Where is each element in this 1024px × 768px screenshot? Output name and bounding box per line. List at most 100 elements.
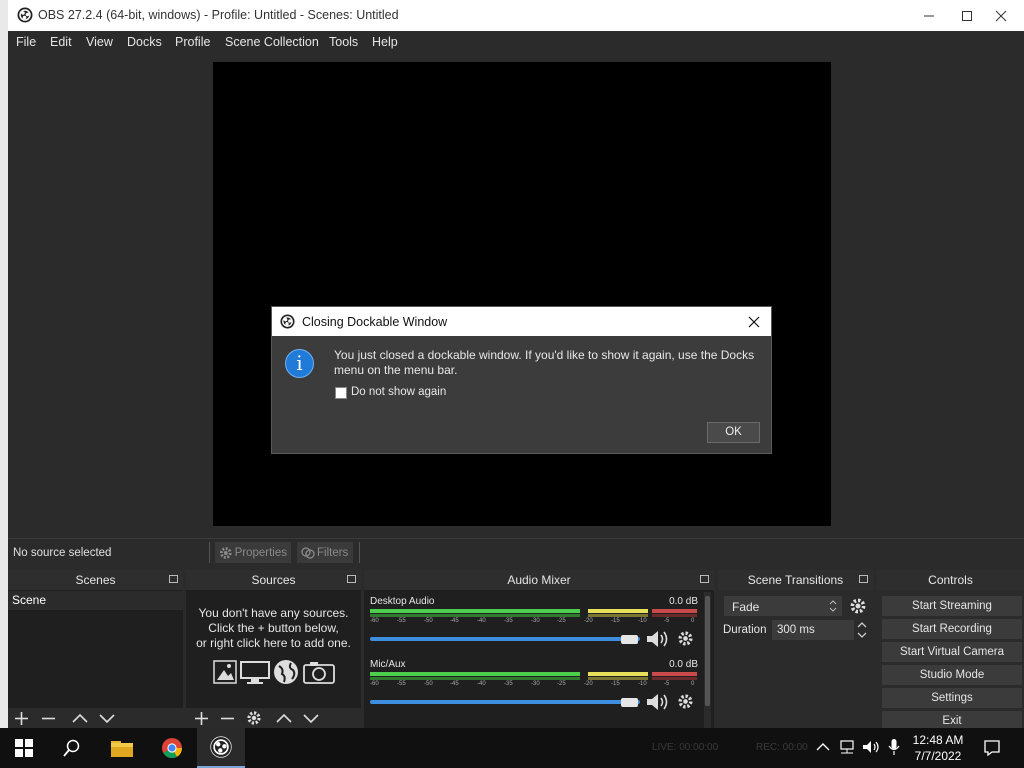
meter-tick-label: -35: [504, 618, 513, 624]
sources-empty-message[interactable]: You don't have any sources. Click the + …: [186, 606, 361, 651]
volume-fader-handle[interactable]: [621, 635, 638, 644]
menu-scene-collection[interactable]: Scene Collection: [225, 35, 319, 49]
studio-mode-button[interactable]: Studio Mode: [882, 665, 1022, 685]
transition-select[interactable]: Fade: [724, 596, 842, 616]
menu-docks[interactable]: Docks: [127, 35, 162, 49]
meter-scale: -60 -55 -50 -45 -40 -35 -30 -25 -20 -15 -10 -5 0: [370, 618, 697, 626]
search-button[interactable]: [48, 728, 96, 768]
transition-selected: Fade: [732, 600, 760, 614]
obs-taskbar-button[interactable]: [197, 728, 245, 768]
float-dock-icon[interactable]: [347, 575, 356, 583]
close-window-button[interactable]: [978, 0, 1024, 31]
scene-list-item[interactable]: Scene: [8, 591, 183, 610]
volume-fader[interactable]: [370, 637, 640, 641]
meter-tick-label: 0: [691, 618, 695, 624]
source-properties-gear-icon[interactable]: [246, 710, 262, 726]
meter-tick-label: -60: [370, 618, 379, 624]
mixer-scrollbar[interactable]: [704, 592, 711, 728]
transition-properties-gear-icon[interactable]: [849, 597, 867, 615]
speaker-icon[interactable]: [645, 629, 669, 649]
meter-tick-label: -15: [611, 681, 620, 687]
notifications-icon[interactable]: [983, 739, 1001, 757]
source-toolbar: No source selected Properties Filters: [8, 538, 1024, 567]
exit-button[interactable]: Exit: [882, 711, 1022, 728]
scene-transitions-dock: Scene Transitions Fade Duration 300 ms: [718, 570, 873, 728]
menu-view[interactable]: View: [86, 35, 113, 49]
show-hidden-icons-chevron-icon[interactable]: [816, 742, 830, 752]
obs-logo-icon: [17, 7, 33, 23]
sources-dock-header: Sources: [186, 570, 361, 590]
volume-fader-handle[interactable]: [621, 698, 638, 707]
sources-dock: Sources You don't have any sources. Clic…: [186, 570, 361, 728]
toolbar-divider: [359, 542, 360, 563]
scene-transitions-header: Scene Transitions: [718, 570, 873, 590]
controls-header: Controls: [877, 570, 1024, 590]
volume-icon[interactable]: [862, 739, 882, 755]
dialog-close-button[interactable]: [743, 311, 765, 333]
network-icon[interactable]: [838, 739, 856, 755]
dialog-title: Closing Dockable Window: [302, 315, 448, 329]
channel-db: 0.0 dB: [669, 596, 698, 607]
do-not-show-checkbox[interactable]: [335, 387, 347, 399]
meter-tick-label: -60: [370, 681, 379, 687]
close-icon: [748, 316, 760, 328]
window-title: OBS 27.2.4 (64-bit, windows) - Profile: …: [38, 8, 399, 22]
meter-tick-label: -5: [664, 681, 670, 687]
start-button[interactable]: [0, 728, 48, 768]
start-recording-button[interactable]: Start Recording: [882, 619, 1022, 639]
menu-file[interactable]: File: [16, 35, 36, 49]
meter-tick-label: -40: [477, 618, 486, 624]
microphone-icon[interactable]: [888, 738, 900, 756]
duration-stepper[interactable]: [856, 620, 868, 640]
meter-tick-label: -10: [638, 618, 647, 624]
float-dock-icon[interactable]: [859, 575, 868, 583]
system-clock[interactable]: 12:48 AM 7/7/2022: [906, 732, 970, 764]
float-dock-icon[interactable]: [700, 575, 709, 583]
clock-time: 12:48 AM: [912, 733, 964, 747]
volume-fader[interactable]: [370, 700, 640, 704]
obs-logo-icon: [280, 314, 295, 329]
close-icon: [995, 10, 1007, 21]
start-streaming-button[interactable]: Start Streaming: [882, 596, 1022, 616]
meter-tick-label: -25: [557, 681, 566, 687]
remove-scene-button[interactable]: [41, 711, 56, 726]
chrome-button[interactable]: [148, 728, 196, 768]
menu-edit[interactable]: Edit: [50, 35, 72, 49]
move-source-up-button[interactable]: [276, 711, 292, 726]
filters-button[interactable]: Filters: [297, 542, 353, 563]
add-source-button[interactable]: [194, 711, 209, 726]
properties-button[interactable]: Properties: [215, 542, 291, 563]
meter-tick-label: -30: [531, 681, 540, 687]
move-scene-down-button[interactable]: [99, 711, 115, 726]
start-virtual-camera-button[interactable]: Start Virtual Camera: [882, 642, 1022, 662]
menu-help[interactable]: Help: [372, 35, 398, 49]
duration-label: Duration: [723, 624, 767, 636]
channel-settings-gear-icon[interactable]: [677, 693, 694, 710]
float-dock-icon[interactable]: [169, 575, 178, 583]
dialog-title-bar: Closing Dockable Window: [272, 307, 771, 336]
menu-profile[interactable]: Profile: [175, 35, 210, 49]
do-not-show-label[interactable]: Do not show again: [351, 386, 446, 398]
meter-tick-label: 0: [691, 681, 695, 687]
duration-input[interactable]: 300 ms: [772, 620, 854, 640]
channel-db: 0.0 dB: [669, 659, 698, 670]
move-source-down-button[interactable]: [303, 711, 319, 726]
settings-button[interactable]: Settings: [882, 688, 1022, 708]
channel-name: Desktop Audio: [370, 596, 435, 607]
ok-button[interactable]: OK: [707, 422, 760, 443]
move-scene-up-button[interactable]: [72, 711, 88, 726]
menu-tools[interactable]: Tools: [329, 35, 358, 49]
meter-tick-label: -50: [424, 618, 433, 624]
file-explorer-button[interactable]: [98, 728, 146, 768]
audio-mixer-title: Audio Mixer: [507, 573, 571, 587]
add-scene-button[interactable]: [14, 711, 29, 726]
preview-canvas[interactable]: [213, 62, 831, 526]
meter-tick-label: -30: [531, 618, 540, 624]
speaker-icon[interactable]: [645, 692, 669, 712]
remove-source-button[interactable]: [220, 711, 235, 726]
channel-settings-gear-icon[interactable]: [677, 630, 694, 647]
maximize-icon: [962, 10, 972, 21]
closing-dock-dialog: Closing Dockable Window i You just close…: [271, 306, 772, 454]
windows-taskbar: LIVE: 00:00:00 REC: 00:00 12:48 AM 7/7/2…: [0, 728, 1024, 768]
source-type-icons: [213, 660, 335, 684]
